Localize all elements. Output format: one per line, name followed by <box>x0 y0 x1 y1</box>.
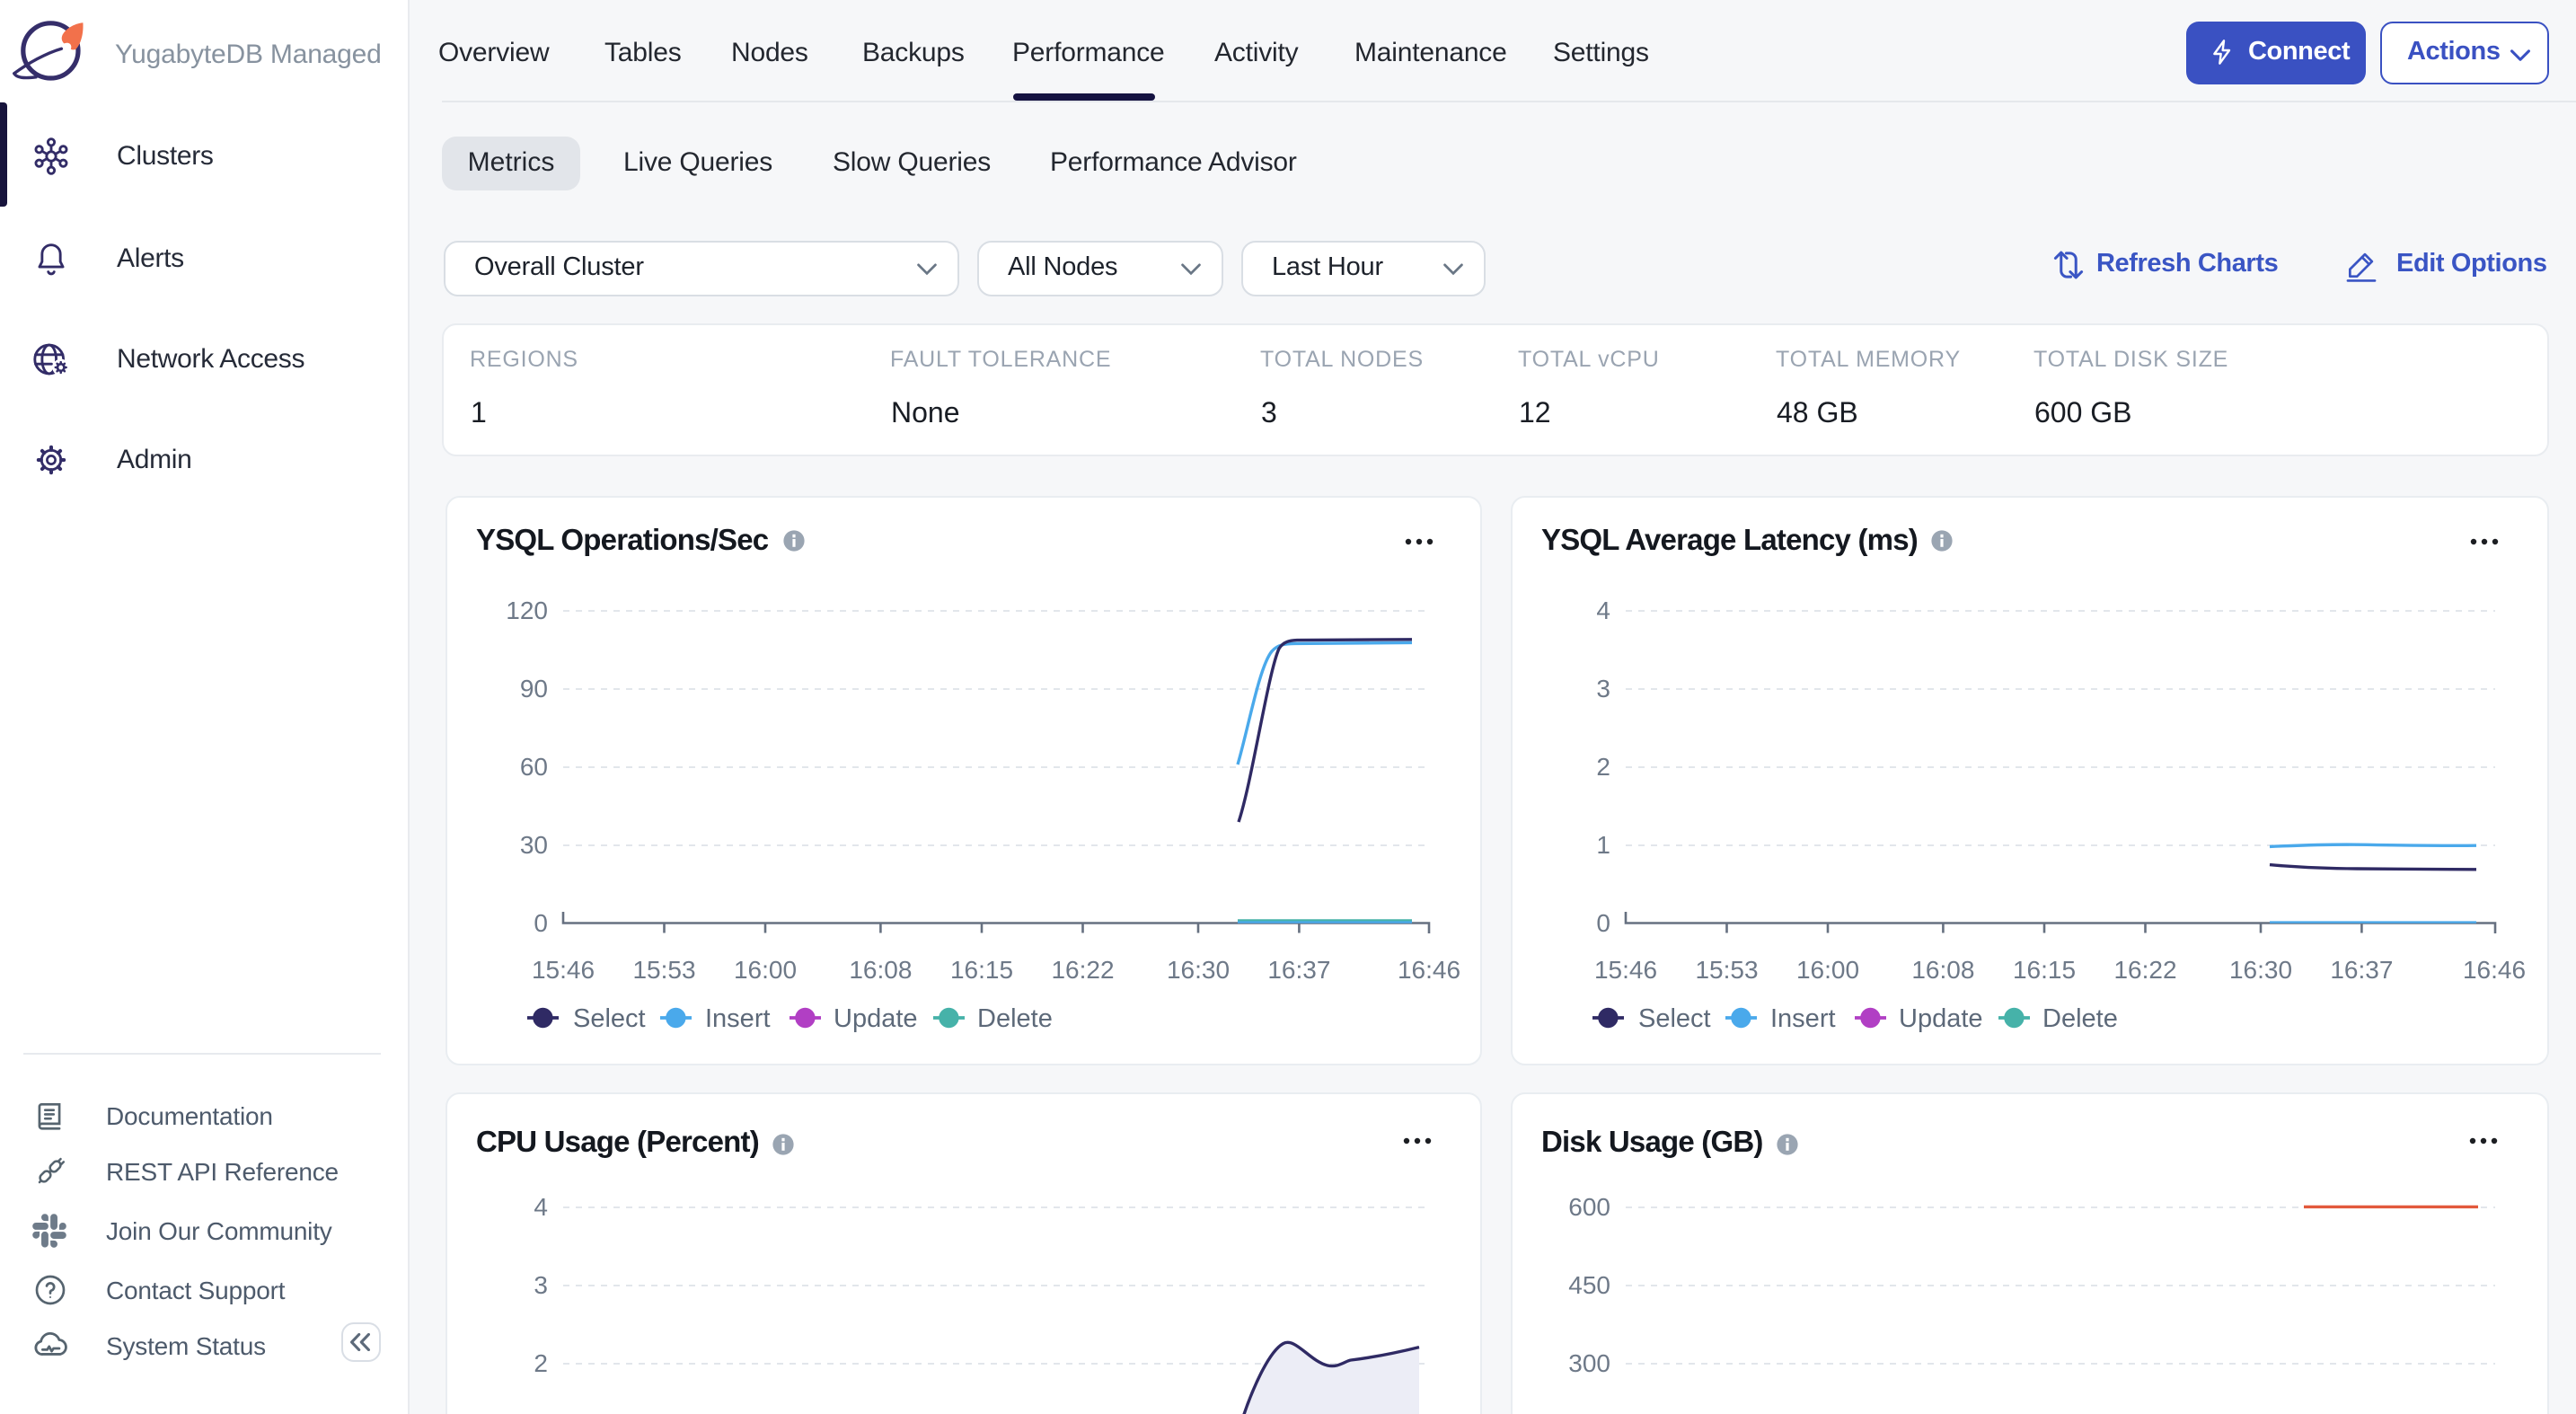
svg-text:16:00: 16:00 <box>1796 955 1859 983</box>
svg-text:Delete: Delete <box>977 1003 1053 1032</box>
svg-text:16:30: 16:30 <box>2229 955 2292 983</box>
svg-text:30: 30 <box>520 830 548 858</box>
svg-text:Select: Select <box>573 1003 646 1032</box>
svg-text:0: 0 <box>1596 908 1610 936</box>
svg-text:60: 60 <box>520 752 548 780</box>
svg-text:Update: Update <box>1899 1003 1983 1032</box>
svg-text:Insert: Insert <box>1770 1003 1836 1032</box>
svg-text:15:53: 15:53 <box>1695 955 1758 983</box>
svg-text:450: 450 <box>1568 1271 1610 1299</box>
svg-text:15:53: 15:53 <box>632 955 695 983</box>
svg-text:0: 0 <box>534 908 548 936</box>
svg-text:16:15: 16:15 <box>950 955 1013 983</box>
svg-text:3: 3 <box>1596 674 1610 702</box>
svg-text:3: 3 <box>534 1271 548 1299</box>
svg-text:16:46: 16:46 <box>1398 955 1460 983</box>
svg-text:600: 600 <box>1568 1193 1610 1221</box>
svg-text:16:08: 16:08 <box>1911 955 1974 983</box>
svg-text:Insert: Insert <box>705 1003 771 1032</box>
svg-text:15:46: 15:46 <box>1594 955 1657 983</box>
svg-text:15:46: 15:46 <box>532 955 595 983</box>
svg-text:Update: Update <box>834 1003 918 1032</box>
svg-text:16:46: 16:46 <box>2463 955 2526 983</box>
svg-text:2: 2 <box>1596 752 1610 780</box>
svg-text:Delete: Delete <box>2042 1003 2118 1032</box>
svg-text:1: 1 <box>1596 830 1610 858</box>
svg-text:16:00: 16:00 <box>734 955 797 983</box>
svg-text:4: 4 <box>1596 596 1610 623</box>
svg-text:16:37: 16:37 <box>2330 955 2393 983</box>
svg-text:16:22: 16:22 <box>2113 955 2176 983</box>
svg-text:16:37: 16:37 <box>1267 955 1330 983</box>
svg-text:16:08: 16:08 <box>849 955 912 983</box>
svg-text:2: 2 <box>534 1349 548 1377</box>
svg-text:120: 120 <box>506 596 548 623</box>
svg-text:16:22: 16:22 <box>1051 955 1114 983</box>
svg-text:4: 4 <box>534 1193 548 1221</box>
svg-text:Select: Select <box>1638 1003 1711 1032</box>
svg-text:16:15: 16:15 <box>2013 955 2076 983</box>
svg-text:16:30: 16:30 <box>1167 955 1230 983</box>
svg-text:90: 90 <box>520 674 548 702</box>
svg-text:300: 300 <box>1568 1349 1610 1377</box>
